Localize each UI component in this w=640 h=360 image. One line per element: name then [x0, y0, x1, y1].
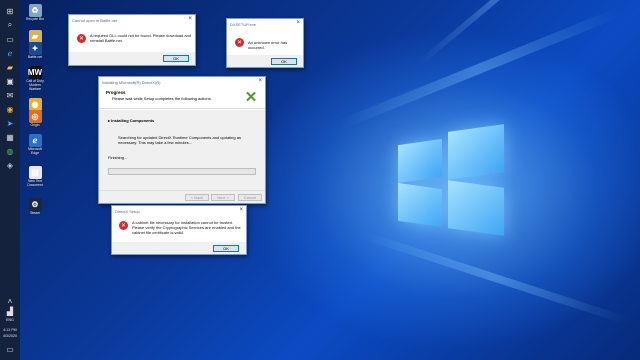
- wizard-footer: < Back Next > Cancel: [99, 190, 265, 203]
- unknown-error-dialog: DXSETUP.exe × × An unknown error has occ…: [226, 18, 304, 68]
- cancel-button[interactable]: Cancel: [238, 194, 262, 201]
- dialog-footer: OK: [112, 242, 246, 254]
- progress-bar: [108, 168, 256, 175]
- desktop-shortcut[interactable]: ✦ Battle.net: [24, 42, 46, 60]
- dialog-message: A cabinet file necessary for installatio…: [132, 220, 241, 235]
- desktop-shortcut-label: Origin: [30, 123, 40, 127]
- close-icon[interactable]: ×: [239, 207, 243, 213]
- desktop-shortcut-label: Steam: [30, 211, 40, 215]
- desktop-shortcut[interactable]: MW Call of Duty Modern Warfare: [24, 66, 46, 91]
- light-beam: [338, 7, 621, 130]
- desktop-shortcut[interactable]: ♻ Recycle Bin: [24, 4, 46, 22]
- wizard-heading: Progress: [106, 90, 126, 95]
- wizard-header: Progress Please wait while Setup complet…: [99, 87, 265, 109]
- error-icon: ×: [119, 221, 128, 230]
- store-icon[interactable]: ▣: [4, 76, 16, 86]
- language-indicator[interactable]: ENG: [0, 318, 20, 323]
- ok-button[interactable]: OK: [163, 55, 189, 62]
- ok-button[interactable]: OK: [271, 58, 297, 65]
- wizard-subheading: Please wait while Setup completes the fo…: [112, 96, 212, 101]
- close-icon[interactable]: ×: [296, 20, 300, 26]
- text-document-icon: ▤: [28, 166, 42, 179]
- dialog-titlebar: Installing Microsoft(R) DirectX(R) ×: [99, 77, 265, 87]
- dialog-footer: OK: [227, 55, 303, 67]
- dialog-titlebar: Cannot open in Battle.net ×: [69, 15, 195, 25]
- search-icon[interactable]: ⌕: [4, 20, 16, 30]
- dialog-title: DirectX Setup: [115, 209, 140, 214]
- chevron-up-icon[interactable]: ˄: [4, 296, 16, 306]
- dialog-titlebar: DXSETUP.exe ×: [227, 19, 303, 29]
- desktop-shortcut[interactable]: ▤ New Text Document: [24, 166, 46, 188]
- xbox-icon[interactable]: ◍: [4, 146, 16, 156]
- dialog-message: A required DLL could not be found. Pleas…: [90, 33, 192, 43]
- edge-icon: ℯ: [28, 134, 42, 147]
- directx-logo-icon: ✕: [244, 89, 258, 106]
- battlenet-error-dialog: Cannot open in Battle.net × × A required…: [68, 14, 196, 66]
- ok-button[interactable]: OK: [213, 245, 239, 252]
- desktop-shortcut-label: New Text Document: [27, 179, 43, 187]
- dialog-title: DXSETUP.exe: [230, 22, 256, 27]
- desktop-shortcut-label: Battle.net: [27, 55, 43, 59]
- dialog-message: An unknown error has occurred.: [248, 40, 288, 50]
- cod-icon: MW: [27, 66, 43, 79]
- light-beam: [358, 230, 628, 325]
- dialog-title: Installing Microsoft(R) DirectX(R): [102, 80, 161, 85]
- task-view-icon[interactable]: ▭: [4, 34, 16, 44]
- error-icon: ×: [77, 34, 86, 43]
- wizard-step: ▸ Installing Components: [108, 118, 154, 123]
- desktop-shortcut[interactable]: ℯ Microsoft Edge: [24, 134, 46, 156]
- network-icon[interactable]: ▟: [4, 306, 16, 316]
- taskbar: ⊞ ⌕ ▭ ℯ ▰ ▣ ✉ ◉ ➤ ▦ ◍ ◈ ˄ ▟ ENG 4:13 PM …: [0, 0, 20, 360]
- origin-icon: ◎: [28, 110, 42, 123]
- dialog-titlebar: DirectX Setup ×: [112, 206, 246, 216]
- recycle-bin-icon: ♻: [28, 4, 42, 17]
- edge-taskbar-icon[interactable]: ℯ: [4, 48, 16, 58]
- desktop-shortcut-label: Recycle Bin: [26, 17, 44, 21]
- back-button[interactable]: < Back: [185, 194, 209, 201]
- dialog-title: Cannot open in Battle.net: [72, 18, 118, 23]
- battlenet-icon: ✦: [28, 42, 42, 55]
- wizard-step-label: Installing Components: [111, 118, 155, 123]
- directx-setup-taskbar-icon[interactable]: ◈: [4, 160, 16, 170]
- desktop-shortcut[interactable]: ◎ Origin: [24, 110, 46, 128]
- wizard-status: Finishing...: [108, 155, 128, 160]
- desktop-shortcut-label: Microsoft Edge: [28, 147, 42, 155]
- windows-start-icon[interactable]: ⊞: [4, 6, 16, 16]
- close-icon[interactable]: ×: [258, 78, 262, 84]
- desktop-shortcut[interactable]: ⚙ Steam: [24, 198, 46, 216]
- wizard-detail: Searching for updated DirectX Runtime Co…: [118, 135, 241, 145]
- error-icon: ×: [235, 38, 244, 47]
- notifications-icon[interactable]: ▭: [4, 344, 16, 354]
- next-button[interactable]: Next >: [211, 194, 235, 201]
- telegram-icon[interactable]: ➤: [4, 118, 16, 128]
- clock-date[interactable]: 4/3/2020: [0, 334, 20, 339]
- file-explorer-icon[interactable]: ▰: [4, 62, 16, 72]
- pinned-app-icon[interactable]: ▦: [4, 132, 16, 142]
- desktop-shortcut-label: Call of Duty Modern Warfare: [26, 79, 44, 91]
- cabinet-error-dialog: DirectX Setup × × A cabinet file necessa…: [111, 205, 247, 255]
- mail-icon[interactable]: ✉: [4, 90, 16, 100]
- chrome-taskbar-icon[interactable]: ◉: [4, 104, 16, 114]
- clock-time[interactable]: 4:13 PM: [0, 328, 20, 333]
- directx-setup-wizard: Installing Microsoft(R) DirectX(R) × Pro…: [98, 76, 266, 204]
- wizard-body: ▸ Installing Components Searching for up…: [99, 110, 265, 192]
- steam-icon: ⚙: [28, 198, 42, 211]
- dialog-footer: OK: [69, 52, 195, 65]
- close-icon[interactable]: ×: [188, 16, 192, 22]
